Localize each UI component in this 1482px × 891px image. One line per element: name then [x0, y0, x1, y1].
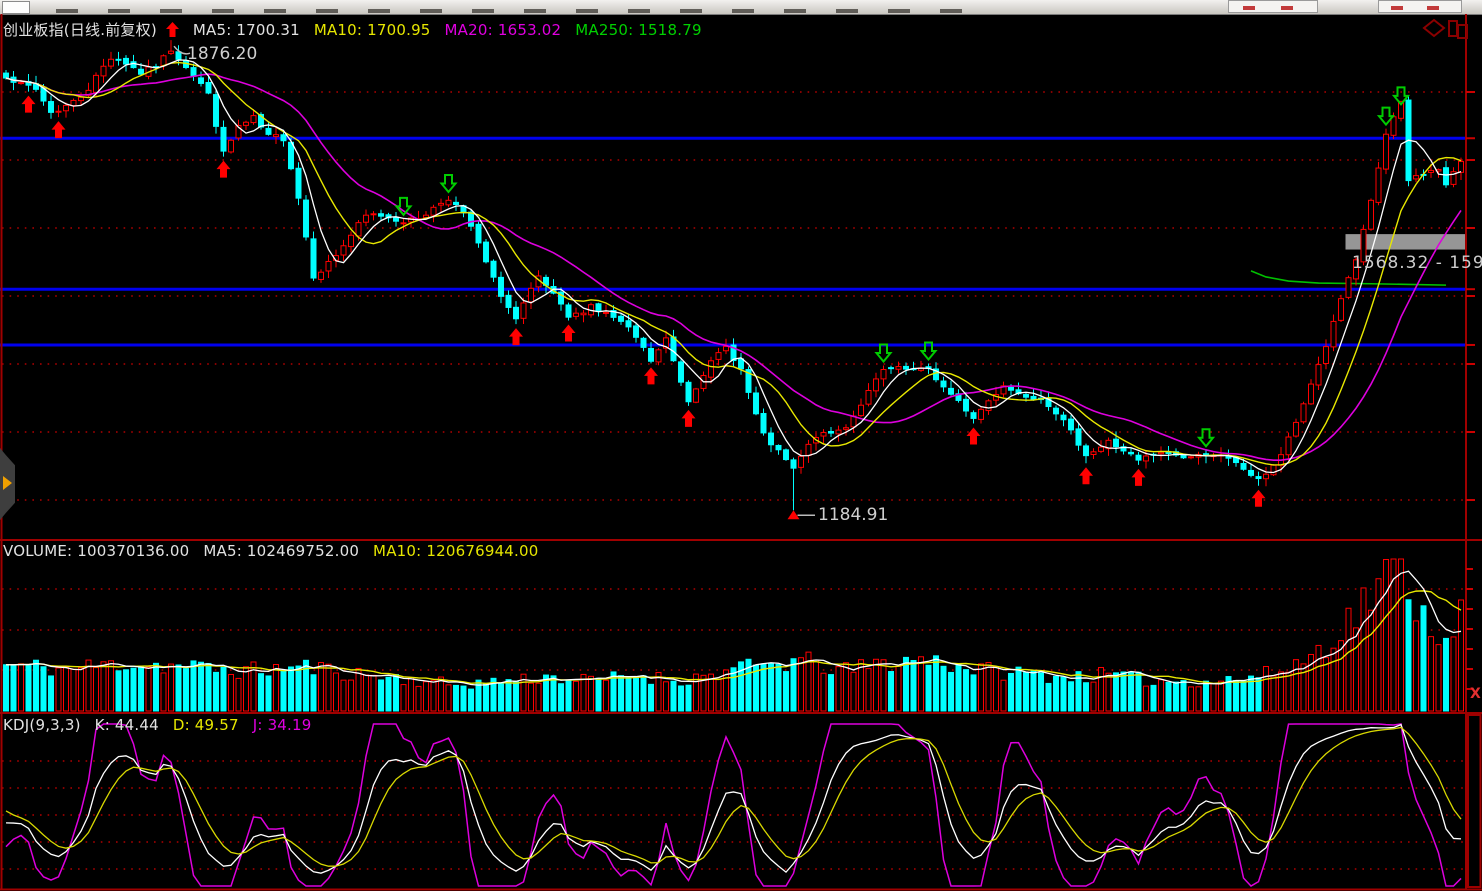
close-indicator-button[interactable]: X [1470, 686, 1481, 702]
high-price-annotation: 1876.20 [187, 44, 258, 64]
volume-ma5-readout: MA5: 102469752.00 [203, 542, 360, 560]
main-chart-header: 创业板指(日线.前复权) MA5: 1700.31 MA10: 1700.95 … [3, 19, 711, 40]
up-arrow-icon [165, 21, 179, 39]
ma250-readout: MA250: 1518.79 [575, 21, 702, 39]
ma20-readout: MA20: 1653.02 [444, 21, 562, 39]
ma5-readout: MA5: 1700.31 [192, 21, 300, 39]
ma10-readout: MA10: 1700.95 [313, 21, 431, 39]
low-price-annotation: 1184.91 [818, 505, 889, 525]
kdj-j-readout: J: 34.19 [252, 716, 312, 734]
kdj-header: KDJ(9,3,3) K: 44.44 D: 49.57 J: 34.19 [3, 716, 321, 734]
kdj-k-readout: K: 44.44 [94, 716, 159, 734]
symbol-title: 创业板指(日线.前复权) [3, 21, 157, 39]
chart-canvas[interactable] [0, 0, 1482, 891]
volume-header: VOLUME: 100370136.00 MA5: 102469752.00 M… [3, 542, 548, 560]
gap-band-label: 1568.32 - 159 [1352, 253, 1482, 273]
volume-readout: VOLUME: 100370136.00 [3, 542, 190, 560]
volume-ma10-readout: MA10: 120676944.00 [373, 542, 539, 560]
kdj-d-readout: D: 49.57 [172, 716, 239, 734]
expand-arrow-icon [3, 476, 12, 490]
trading-terminal-screen: 创业板指(日线.前复权) MA5: 1700.31 MA10: 1700.95 … [0, 0, 1482, 891]
kdj-label: KDJ(9,3,3) [3, 716, 81, 734]
